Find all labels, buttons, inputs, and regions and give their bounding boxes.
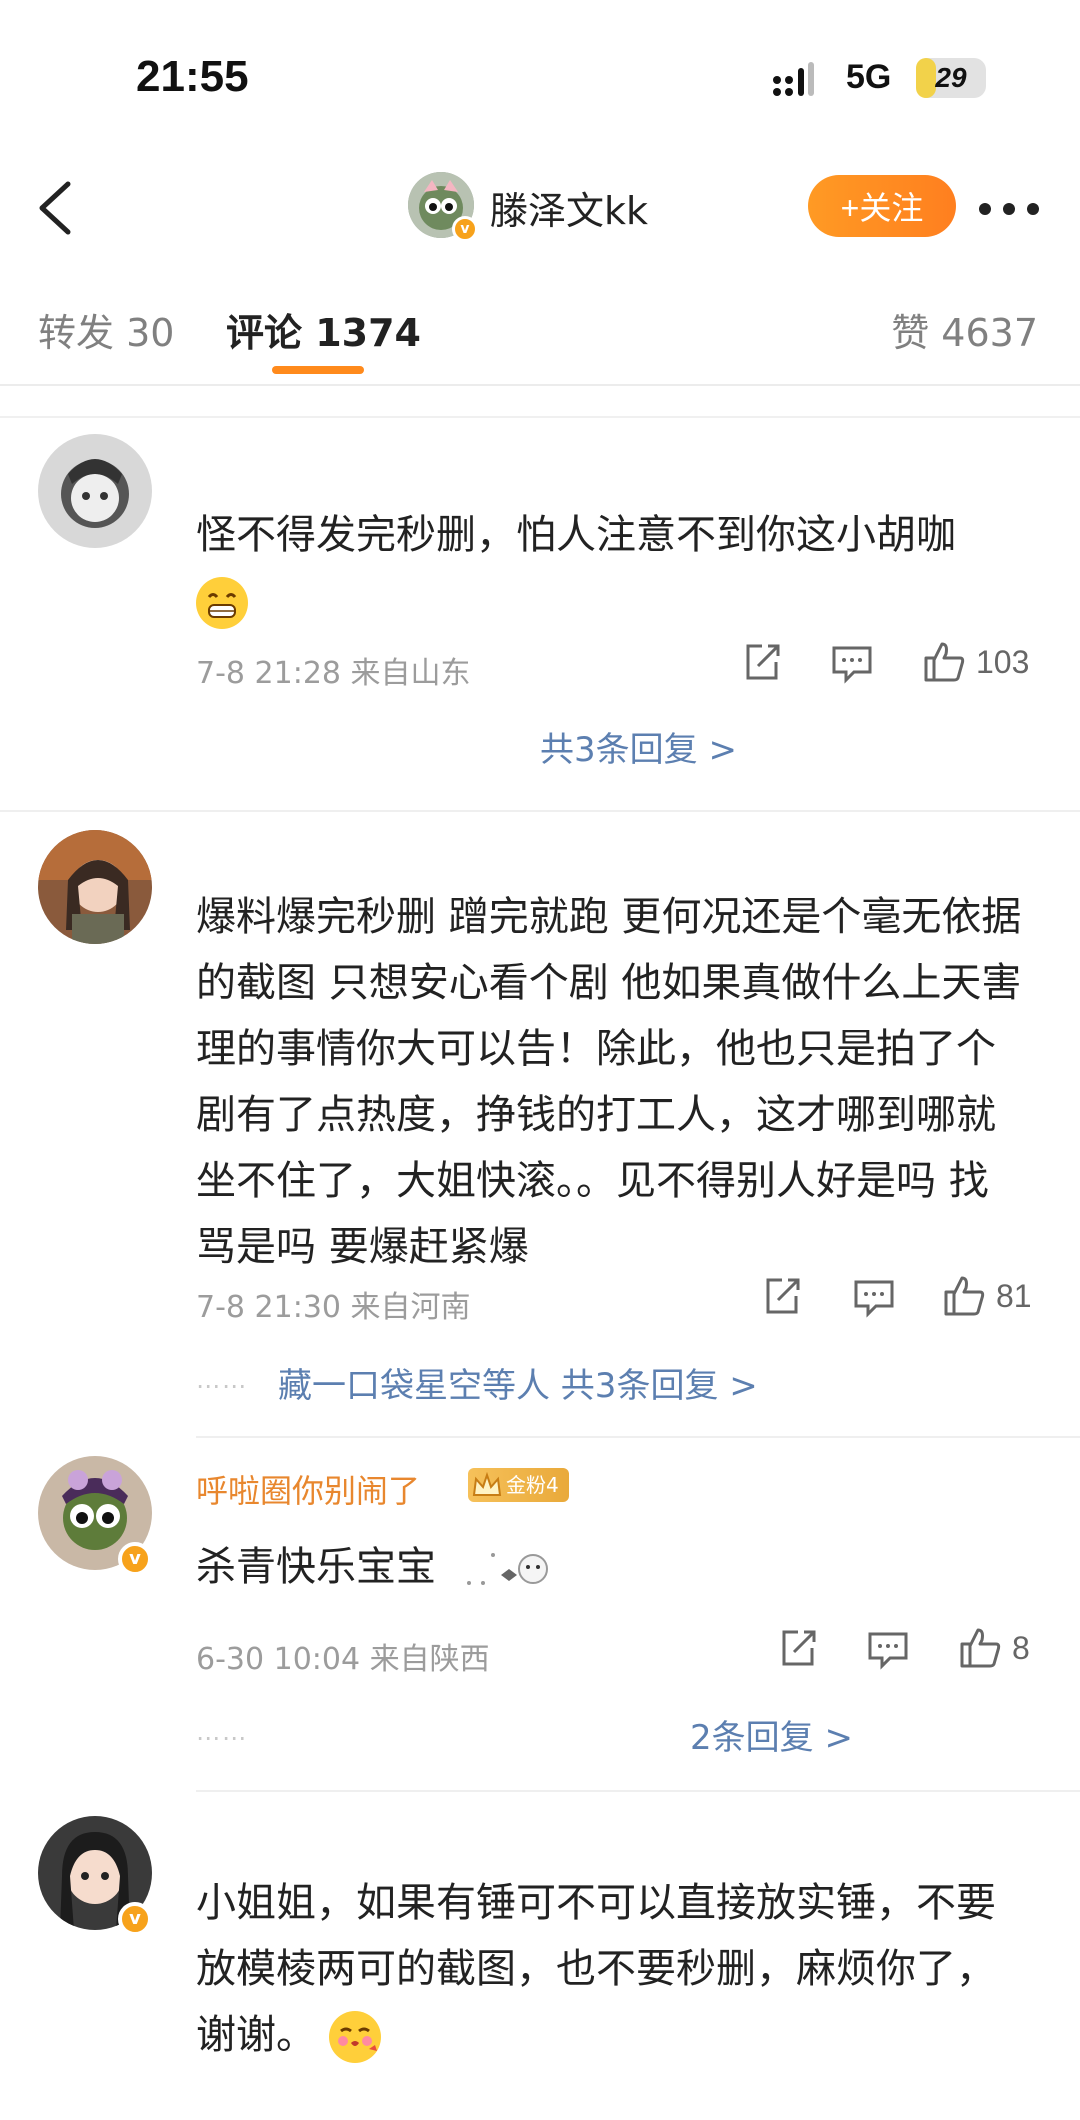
replies-dots: ⋯⋯ — [196, 1372, 248, 1400]
share-icon — [766, 1278, 800, 1314]
commenter-avatar[interactable] — [38, 830, 152, 944]
comment-text: 小姐姐，如果有锤可不可以直接放实锤，不要放模棱两可的截图，也不要秒删，麻烦你了，… — [196, 1870, 1026, 2068]
tabs-divider — [0, 384, 1080, 386]
tab-likes[interactable]: 赞 4637 — [891, 302, 1038, 357]
status-bar: 21:55 5G 29 — [0, 0, 1080, 150]
commenter-name[interactable]: 呼啦圈你别闹了 — [196, 1466, 420, 1512]
like-action[interactable]: 8 — [958, 1626, 1030, 1670]
comment-meta: 6-30 10:04 来自陕西 — [196, 1642, 490, 1677]
status-time: 21:55 — [136, 52, 249, 101]
like-count: 81 — [996, 1277, 1032, 1314]
author-name[interactable]: 滕泽文kk — [490, 180, 648, 235]
comment-text-content: 怪不得发完秒删，怕人注意不到你这小胡咖 — [196, 512, 956, 558]
tab-comments[interactable]: 评论 1374 — [226, 302, 421, 357]
verified-badge-icon: v — [118, 1542, 152, 1576]
share-icon — [746, 644, 780, 680]
verified-badge-icon: v — [452, 216, 478, 242]
comment-separator — [196, 1436, 1080, 1438]
comment-text: 怪不得发完秒删，怕人注意不到你这小胡咖 — [196, 502, 1026, 634]
verified-badge-icon: v — [118, 1902, 152, 1936]
view-replies-link[interactable]: 共3条回复 > — [540, 722, 737, 771]
repost-action[interactable] — [760, 1274, 804, 1318]
comment-meta: 7-8 21:30 来自河南 — [196, 1290, 471, 1325]
more-options-icon[interactable] — [978, 202, 1040, 216]
thumbs-up-icon — [924, 642, 965, 682]
comment-separator — [196, 1790, 1080, 1792]
back-arrow-icon[interactable] — [28, 178, 80, 238]
follow-button[interactable]: +关注 — [808, 175, 956, 237]
top-bar: v 滕泽文kk +关注 — [0, 150, 1080, 418]
kissing-emoji-icon — [328, 2011, 381, 2063]
reply-action[interactable] — [852, 1274, 896, 1318]
repost-action[interactable] — [740, 640, 784, 684]
comment-icon — [832, 646, 872, 684]
fan-level-badge: 金粉4 — [468, 1468, 569, 1502]
comment-text: 杀青快乐宝宝 — [196, 1534, 1026, 1600]
like-count: 8 — [1012, 1629, 1030, 1666]
comment-text: 爆料爆完秒删 蹭完就跑 更何况还是个毫无依据的截图 只想安心看个剧 他如果真做什… — [196, 894, 1022, 1270]
repost-action[interactable] — [776, 1626, 820, 1670]
like-count: 103 — [976, 643, 1030, 680]
like-action[interactable]: 81 — [942, 1274, 1032, 1318]
thumbs-up-icon — [944, 1276, 985, 1316]
comment-tabs: 转发 30 评论 1374 赞 4637 — [0, 268, 1080, 384]
fan-badge-label: 金粉4 — [506, 1473, 559, 1497]
comment-separator — [0, 810, 1080, 812]
network-type: 5G — [846, 58, 892, 96]
view-replies-link[interactable]: 藏一口袋星空等人 共3条回复 > — [278, 1358, 758, 1407]
reply-action[interactable] — [866, 1626, 910, 1670]
comment-meta: 7-8 21:28 来自山东 — [196, 656, 471, 691]
comment-icon — [854, 1280, 894, 1318]
active-tab-indicator — [272, 366, 364, 374]
thumbs-up-icon — [960, 1628, 1001, 1668]
signal-icon — [773, 62, 814, 96]
header-divider — [0, 416, 1080, 418]
battery-indicator: 29 — [916, 58, 986, 98]
comment-icon — [868, 1632, 908, 1670]
tab-reposts[interactable]: 转发 30 — [38, 302, 174, 357]
replies-dots: ⋯⋯ — [196, 1724, 248, 1752]
grinning-emoji-icon — [196, 577, 248, 629]
comment-text-content: 小姐姐，如果有锤可不可以直接放实锤，不要放模棱两可的截图，也不要秒删，麻烦你了，… — [196, 1880, 996, 2058]
commenter-avatar[interactable] — [38, 434, 152, 548]
like-action[interactable]: 103 — [922, 640, 1029, 684]
share-icon — [782, 1630, 816, 1666]
battery-level: 29 — [935, 62, 967, 93]
battery-fill — [916, 58, 937, 98]
cute-sticker-icon — [466, 1553, 548, 1585]
view-replies-link[interactable]: 2条回复 > — [690, 1710, 853, 1759]
comment-text-content: 杀青快乐宝宝 — [196, 1544, 436, 1590]
reply-action[interactable] — [830, 640, 874, 684]
crown-icon — [472, 1471, 502, 1496]
